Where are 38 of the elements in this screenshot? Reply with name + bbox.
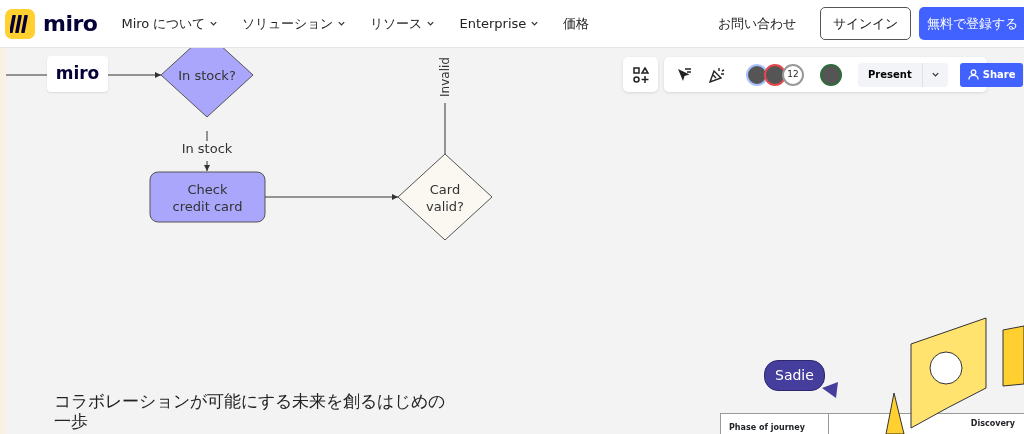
signin-button[interactable]: サインイン bbox=[820, 6, 911, 41]
table-cell-text: Discovery bbox=[969, 418, 1016, 430]
headline: コラボレーションが可能にする未来を創るはじめの一歩 bbox=[54, 391, 446, 432]
nav-menu-item[interactable]: 価格 bbox=[563, 13, 590, 34]
logo-icon bbox=[5, 8, 35, 39]
cursor-icon[interactable] bbox=[676, 66, 692, 83]
contact-link[interactable]: お問い合わせ bbox=[718, 13, 796, 34]
connector-line bbox=[444, 102, 446, 155]
signup-button[interactable]: 無料で登録する bbox=[919, 6, 1024, 41]
illustration-drawing bbox=[1002, 325, 1024, 387]
avatar[interactable] bbox=[746, 63, 768, 86]
share-button[interactable]: Share bbox=[959, 62, 1024, 87]
edge-label: In stock bbox=[181, 141, 233, 156]
process-box: Check credit card bbox=[149, 171, 266, 223]
connector-line bbox=[206, 130, 208, 142]
nav-menu-item[interactable]: リソース bbox=[370, 13, 436, 34]
nav-menu-item[interactable]: ソリューション bbox=[242, 13, 347, 34]
shapes-icon[interactable] bbox=[632, 66, 649, 83]
party-popper-icon[interactable] bbox=[708, 66, 726, 83]
avatar-count[interactable]: 12 bbox=[782, 63, 804, 86]
arrow bbox=[204, 160, 210, 172]
arrow bbox=[107, 72, 162, 78]
decision-diamond: Card valid? bbox=[397, 153, 493, 241]
nav-menu-item[interactable]: Enterprise bbox=[459, 13, 540, 34]
logo-card: miro bbox=[47, 56, 108, 92]
person-icon bbox=[967, 69, 979, 80]
decision-diamond: In stock? bbox=[160, 48, 254, 118]
edge-label: Invalid bbox=[438, 57, 452, 97]
present-button[interactable]: Present bbox=[858, 62, 922, 87]
nav-menu-item[interactable]: Miro について bbox=[121, 13, 219, 34]
table-cell: Phase of journey bbox=[721, 414, 829, 434]
chevron-down-icon bbox=[930, 70, 940, 79]
avatar[interactable] bbox=[764, 63, 786, 86]
name-tag: Sadie bbox=[764, 360, 825, 391]
logo-text: miro bbox=[43, 10, 98, 38]
connector-line bbox=[6, 74, 48, 76]
speech-tail-icon bbox=[822, 382, 838, 398]
avatar[interactable] bbox=[820, 63, 842, 86]
